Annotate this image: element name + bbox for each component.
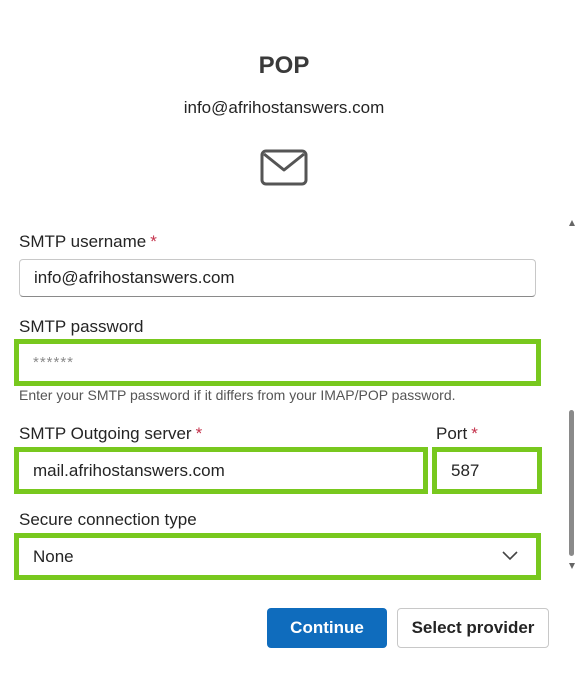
smtp-password-hint: Enter your SMTP password if it differs f… [19,387,456,403]
smtp-password-input[interactable]: ****** [19,344,529,380]
required-marker: * [471,424,478,443]
smtp-server-input[interactable]: mail.afrihostanswers.com [19,452,423,490]
smtp-username-label-text: SMTP username [19,232,147,251]
required-marker: * [195,424,203,443]
continue-button[interactable]: Continue [267,608,387,648]
smtp-server-value: mail.afrihostanswers.com [33,461,225,480]
secure-connection-label-text: Secure connection type [19,510,197,529]
smtp-password-label: SMTP password [19,317,143,337]
secure-connection-select[interactable]: None [19,538,536,576]
smtp-username-input[interactable]: info@afrihostanswers.com [19,259,536,297]
select-provider-button[interactable]: Select provider [397,608,549,648]
scroll-up-arrow-icon[interactable] [568,219,576,227]
scroll-down-arrow-icon[interactable] [568,562,576,570]
secure-connection-label: Secure connection type [19,510,197,530]
smtp-password-value: ****** [33,353,75,371]
required-marker: * [150,232,157,251]
port-input[interactable]: 587 [437,452,537,490]
chevron-down-icon [502,551,518,561]
smtp-server-label: SMTP Outgoing server * [19,424,202,444]
smtp-username-label: SMTP username * [19,232,157,252]
port-label: Port * [436,424,478,444]
account-email: info@afrihostanswers.com [183,98,385,117]
secure-connection-value: None [33,547,74,566]
envelope-icon [260,149,308,186]
smtp-username-value: info@afrihostanswers.com [34,268,235,287]
port-value: 587 [451,461,480,480]
page-title: POP [258,52,310,79]
scrollbar-thumb[interactable] [569,410,574,556]
smtp-password-label-text: SMTP password [19,317,144,336]
smtp-server-label-text: SMTP Outgoing server [19,424,192,443]
port-label-text: Port [436,424,468,443]
